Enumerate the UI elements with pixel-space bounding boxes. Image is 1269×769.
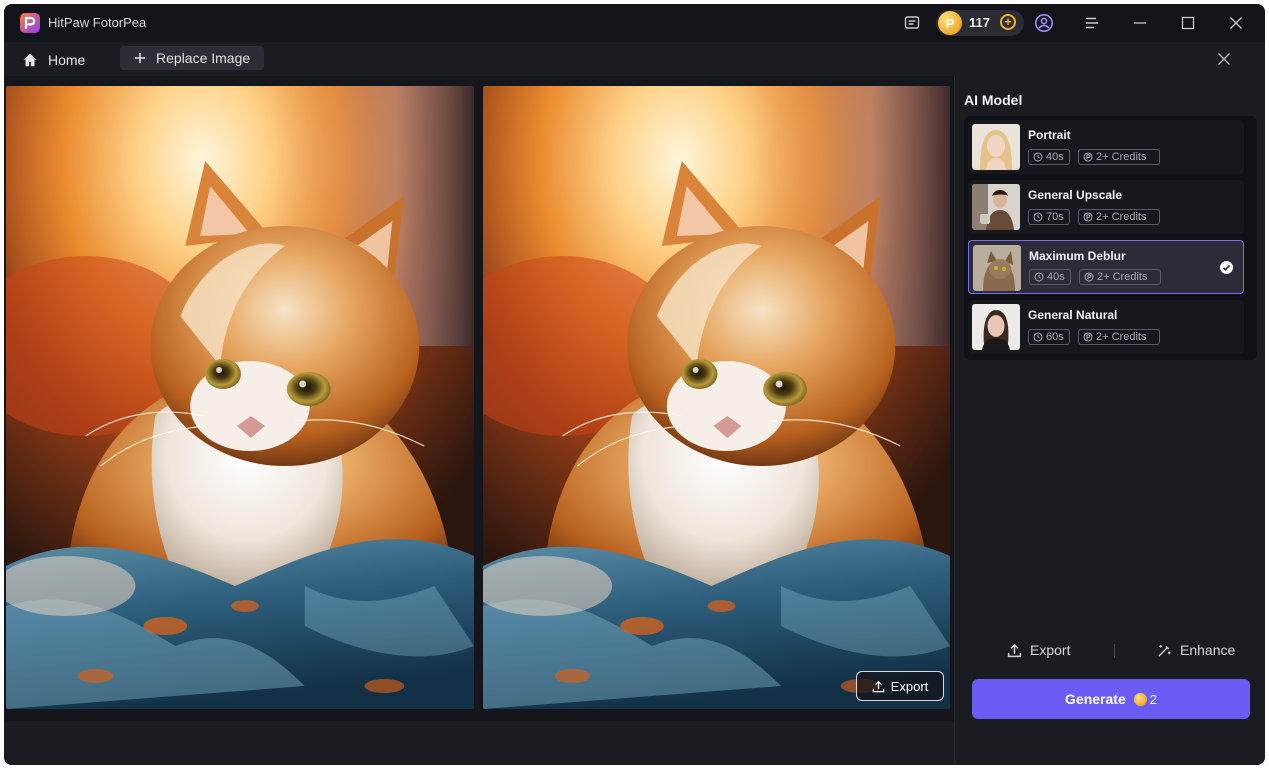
tab-bar: Home Replace Image <box>4 42 1265 76</box>
panel-actions: Export Enhance <box>955 636 1265 666</box>
credit-value: 2+ Credits <box>1096 151 1147 163</box>
clock-icon <box>1033 152 1043 162</box>
tab-replace-label: Replace Image <box>156 50 251 66</box>
time-tag: 40s <box>1029 269 1071 285</box>
generate-button[interactable]: Generate 2 <box>972 679 1250 719</box>
generate-cost: 2 <box>1149 691 1157 707</box>
close-tab-icon[interactable] <box>1217 52 1231 66</box>
time-value: 40s <box>1047 271 1065 283</box>
minimize-icon[interactable] <box>1130 13 1150 33</box>
model-name: Maximum Deblur <box>1029 249 1126 263</box>
export-image-label: Export <box>890 678 929 694</box>
plus-icon <box>135 53 145 63</box>
upload-icon <box>872 680 884 692</box>
time-tag: 70s <box>1028 209 1070 225</box>
time-tag: 40s <box>1028 149 1070 165</box>
credit-count: 117 <box>969 15 990 30</box>
portrait-thumbnail <box>972 124 1020 170</box>
credit-tag: 2+ Credits <box>1078 209 1160 225</box>
clock-icon <box>1033 332 1043 342</box>
original-image <box>6 86 474 709</box>
clock-icon <box>1034 272 1044 282</box>
model-name: General Upscale <box>1028 188 1123 202</box>
credit-icon <box>1083 152 1093 162</box>
tab-replace-image[interactable]: Replace Image <box>120 46 264 70</box>
credit-tag: 2+ Credits <box>1079 269 1161 285</box>
canvas-footer <box>4 721 954 765</box>
magic-wand-icon <box>1158 644 1171 657</box>
credits-balance[interactable]: P 117 + <box>936 10 1024 36</box>
general-natural-thumbnail <box>972 304 1020 350</box>
export-image-button[interactable]: Export <box>856 671 944 701</box>
credit-icon <box>1083 212 1093 222</box>
action-divider <box>1114 644 1115 658</box>
model-name: General Natural <box>1028 308 1118 322</box>
title-bar: HitPaw FotorPea P 117 + <box>4 4 1265 42</box>
time-value: 70s <box>1046 211 1064 223</box>
time-value: 60s <box>1046 331 1064 343</box>
close-icon[interactable] <box>1226 13 1246 33</box>
general-upscale-thumbnail <box>972 184 1020 230</box>
panel-title: AI Model <box>964 92 1023 108</box>
app-title: HitPaw FotorPea <box>48 15 147 30</box>
app-window: HitPaw FotorPea P 117 + Home Replace Ima… <box>4 4 1265 765</box>
home-icon <box>23 53 37 67</box>
model-card-general-upscale[interactable]: General Upscale 70s 2+ Credits <box>968 180 1244 234</box>
tutorial-icon[interactable] <box>902 13 922 33</box>
generate-label: Generate <box>1065 691 1126 707</box>
credit-value: 2+ Credits <box>1096 331 1147 343</box>
tab-home-label: Home <box>48 52 86 68</box>
model-name: Portrait <box>1028 128 1071 142</box>
add-credits-icon[interactable]: + <box>1000 14 1016 30</box>
account-icon[interactable] <box>1034 13 1054 33</box>
credit-value: 2+ Credits <box>1096 211 1147 223</box>
credit-value: 2+ Credits <box>1097 271 1148 283</box>
app-logo-icon <box>20 13 40 33</box>
coin-icon: P <box>938 11 962 35</box>
model-card-general-natural[interactable]: General Natural 60s 2+ Credits <box>968 300 1244 354</box>
export-label: Export <box>1030 642 1071 658</box>
credit-icon <box>1083 332 1093 342</box>
enhance-label: Enhance <box>1180 642 1236 658</box>
time-value: 40s <box>1046 151 1064 163</box>
time-tag: 60s <box>1028 329 1070 345</box>
menu-icon[interactable] <box>1082 13 1102 33</box>
model-card-portrait[interactable]: Portrait 40s 2+ Credits <box>968 120 1244 174</box>
maximize-icon[interactable] <box>1178 13 1198 33</box>
upload-icon <box>1007 643 1022 657</box>
export-button[interactable]: Export <box>1007 642 1070 658</box>
credit-tag: 2+ Credits <box>1078 149 1160 165</box>
coin-icon <box>1133 692 1147 706</box>
model-card-maximum-deblur[interactable]: Maximum Deblur 40s 2+ Credits <box>968 240 1244 294</box>
image-canvas: Export <box>4 76 954 765</box>
enhance-button[interactable]: Enhance <box>1157 642 1235 658</box>
model-list: Portrait 40s 2+ Credits General Upscale … <box>964 116 1257 360</box>
enhanced-image: Export <box>483 86 950 709</box>
tab-home[interactable]: Home <box>22 48 85 72</box>
maximum-deblur-thumbnail <box>973 245 1021 291</box>
ai-model-panel: AI Model Portrait 40s 2+ Credits General… <box>954 76 1265 765</box>
selected-check-icon <box>1220 261 1233 274</box>
credit-tag: 2+ Credits <box>1078 329 1160 345</box>
clock-icon <box>1033 212 1043 222</box>
credit-icon <box>1084 272 1094 282</box>
